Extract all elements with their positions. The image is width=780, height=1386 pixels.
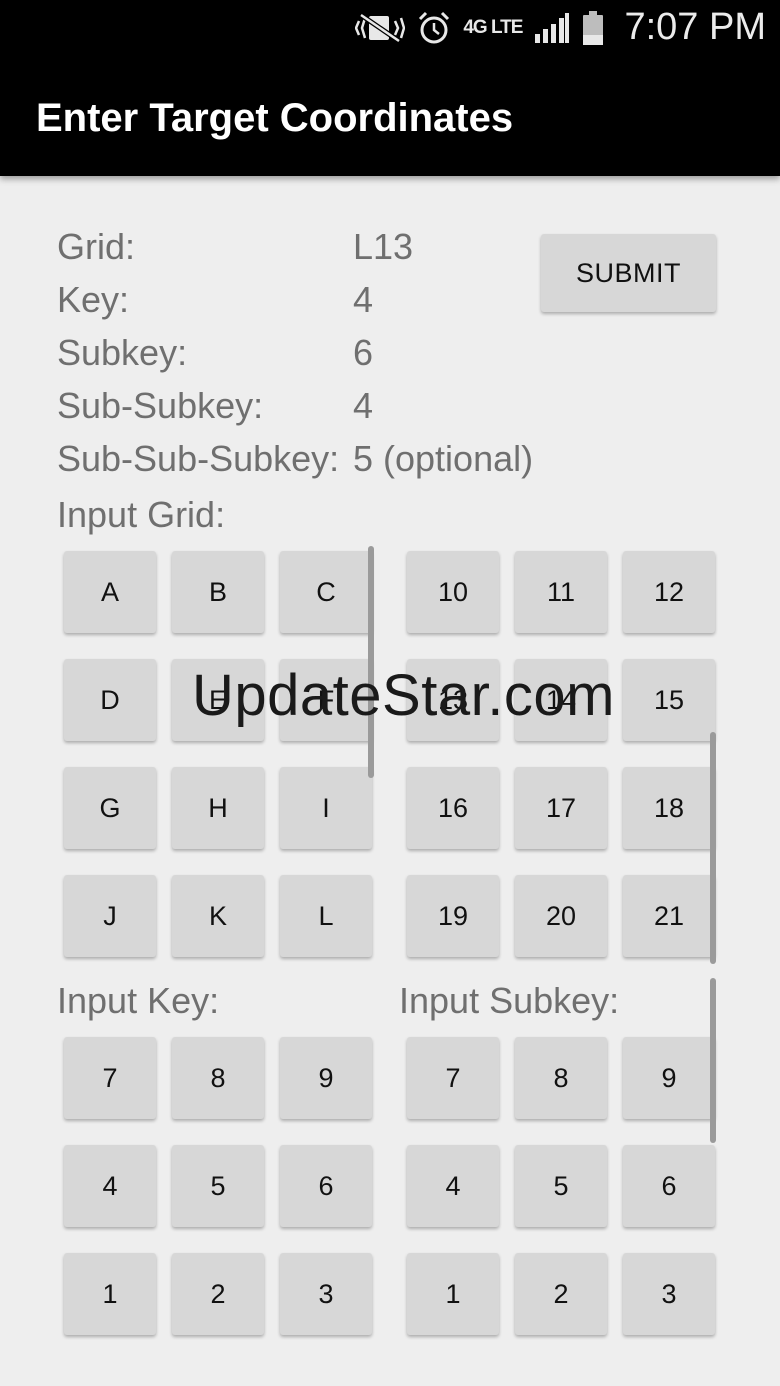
key-button[interactable]: 9: [280, 1037, 372, 1119]
submit-button[interactable]: SUBMIT: [541, 234, 716, 312]
grid-letter-button[interactable]: A: [64, 551, 156, 633]
subkey-button[interactable]: 1: [407, 1253, 499, 1335]
grid-letter-button[interactable]: D: [64, 659, 156, 741]
grid-letter-button[interactable]: L: [280, 875, 372, 957]
key-label: Key:: [57, 279, 130, 320]
grid-letter-button[interactable]: K: [172, 875, 264, 957]
grid-letter-button[interactable]: C: [280, 551, 372, 633]
sub-subkey-value: 4: [353, 385, 374, 426]
status-bar: 4G LTE 7:07 PM: [0, 0, 780, 56]
grid-label: Grid:: [57, 226, 136, 267]
grid-number-button[interactable]: 16: [407, 767, 499, 849]
key-button[interactable]: 5: [172, 1145, 264, 1227]
alarm-icon: [417, 11, 451, 45]
status-icons: 4G LTE 7:07 PM: [355, 6, 766, 49]
grid-letter-pad: A B C D E F G H I J K L: [64, 551, 372, 957]
key-button[interactable]: 1: [64, 1253, 156, 1335]
key-value: 4: [353, 279, 374, 320]
grid-letter-button[interactable]: H: [172, 767, 264, 849]
grid-number-button[interactable]: 12: [623, 551, 715, 633]
battery-icon: [582, 10, 604, 46]
sub-sub-subkey-label: Sub-Sub-Subkey:: [57, 438, 340, 479]
key-pad: 7 8 9 4 5 6 1 2 3: [64, 1037, 372, 1335]
key-button[interactable]: 6: [280, 1145, 372, 1227]
grid-letter-button[interactable]: J: [64, 875, 156, 957]
vibrate-mute-icon: [355, 12, 406, 43]
app-bar: Enter Target Coordinates: [0, 56, 780, 176]
input-subkey-label: Input Subkey:: [399, 980, 620, 1021]
input-key-label: Input Key:: [57, 980, 220, 1021]
subkey-button[interactable]: 7: [407, 1037, 499, 1119]
key-button[interactable]: 4: [64, 1145, 156, 1227]
grid-number-button[interactable]: 18: [623, 767, 715, 849]
grid-number-button[interactable]: 10: [407, 551, 499, 633]
grid-number-scrollbar[interactable]: [710, 732, 716, 964]
key-button[interactable]: 2: [172, 1253, 264, 1335]
subkey-label: Subkey:: [57, 332, 188, 373]
sub-subkey-label: Sub-Subkey:: [57, 385, 264, 426]
page-title: Enter Target Coordinates: [36, 96, 514, 140]
subkey-button[interactable]: 8: [515, 1037, 607, 1119]
sub-sub-subkey-value: 5 (optional): [353, 438, 534, 479]
grid-letter-button[interactable]: G: [64, 767, 156, 849]
grid-letter-button[interactable]: I: [280, 767, 372, 849]
grid-number-button[interactable]: 17: [515, 767, 607, 849]
grid-number-button[interactable]: 20: [515, 875, 607, 957]
watermark: UpdateStar.com: [192, 663, 615, 728]
grid-letter-button[interactable]: B: [172, 551, 264, 633]
subkey-button[interactable]: 5: [515, 1145, 607, 1227]
subkey-button[interactable]: 3: [623, 1253, 715, 1335]
subkey-button[interactable]: 6: [623, 1145, 715, 1227]
grid-number-button[interactable]: 15: [623, 659, 715, 741]
grid-value: L13: [353, 226, 414, 267]
grid-number-button[interactable]: 19: [407, 875, 499, 957]
grid-number-button[interactable]: 21: [623, 875, 715, 957]
subkey-value: 6: [353, 332, 374, 373]
input-grid-label: Input Grid:: [57, 494, 226, 535]
subkey-scrollbar[interactable]: [710, 978, 716, 1143]
subkey-button[interactable]: 4: [407, 1145, 499, 1227]
key-button[interactable]: 3: [280, 1253, 372, 1335]
subkey-button[interactable]: 9: [623, 1037, 715, 1119]
status-time: 7:07 PM: [624, 6, 766, 48]
subkey-pad: 7 8 9 4 5 6 1 2 3: [407, 1037, 715, 1335]
grid-number-pad: 10 11 12 13 14 15 16 17 18 19 20 21: [407, 551, 715, 957]
key-button[interactable]: 7: [64, 1037, 156, 1119]
key-button[interactable]: 8: [172, 1037, 264, 1119]
lte-icon: 4G LTE: [463, 17, 523, 38]
subkey-button[interactable]: 2: [515, 1253, 607, 1335]
grid-number-button[interactable]: 11: [515, 551, 607, 633]
signal-icon: [534, 12, 570, 44]
